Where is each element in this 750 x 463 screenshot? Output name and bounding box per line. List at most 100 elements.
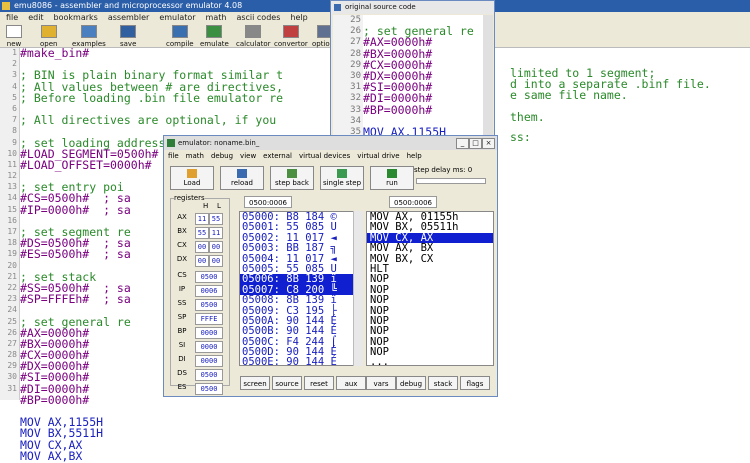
source-line-number: 31 (350, 82, 361, 93)
register-high-byte[interactable]: 00 (195, 255, 209, 267)
emulator-menu-item[interactable]: math (186, 152, 204, 160)
toolbar-button-save[interactable]: save (120, 25, 136, 48)
register-low-byte[interactable]: 11 (209, 227, 223, 239)
emulator-menu-item[interactable]: file (168, 152, 179, 160)
register-value[interactable]: 0500 (195, 299, 223, 311)
toolbar-button-calculator[interactable]: calculator (236, 25, 271, 48)
main-menu-item[interactable]: math (206, 13, 227, 22)
code-line-fragment: ss: (510, 130, 531, 144)
register-name: CS (177, 271, 187, 279)
register-high-byte[interactable]: 55 (195, 227, 209, 239)
emulator-button-load[interactable]: Load (170, 166, 214, 190)
line-number: 18 (7, 238, 17, 248)
toolbar-button-new[interactable]: new (6, 25, 22, 48)
source-line-number: 34 (350, 115, 361, 126)
bottom-button-flags[interactable]: flags (460, 376, 490, 390)
disassembly-list[interactable]: MOV AX, 01155h MOV BX, 05511h MOV CX, AX MO… (366, 211, 494, 366)
toolbar-button-emulate[interactable]: emulate (200, 25, 229, 48)
source-window-title: original source code (345, 3, 416, 11)
memory-list[interactable]: 05000: B8 184 © 05001: 55 085 U 05002: 11 … (239, 211, 363, 366)
source-code-view[interactable]: ; set general re #AX=0000h# #BX=0000h# #CX=… (363, 15, 483, 141)
register-value[interactable]: 0000 (195, 327, 223, 339)
register-low-byte[interactable]: 00 (209, 255, 223, 267)
emulator-menu-item[interactable]: virtual devices (299, 152, 350, 160)
original-source-window[interactable]: original source code 25 26 27 28 29 30 31 32 33 3… (330, 0, 495, 142)
register-row: AX 11 55 (175, 213, 231, 225)
register-high-byte[interactable]: 00 (195, 241, 209, 253)
emulator-window[interactable]: emulator: noname.bin_ _ □ × file math debu… (163, 135, 498, 397)
emulator-menu-item[interactable]: external (263, 152, 292, 160)
bottom-button-debug[interactable]: debug (396, 376, 426, 390)
register-value[interactable]: 0000 (195, 341, 223, 353)
line-number: 2 (12, 59, 17, 69)
main-menu-item[interactable]: bookmarks (54, 13, 98, 22)
toolbar-button-open[interactable]: open (40, 25, 57, 48)
toolbar-button-compile[interactable]: compile (166, 25, 194, 48)
emulator-title-bar[interactable]: emulator: noname.bin_ _ □ × (164, 136, 497, 150)
register-high-byte[interactable]: 11 (195, 213, 209, 225)
register-value[interactable]: 0500 (195, 271, 223, 283)
line-number: 5 (12, 92, 17, 102)
register-name: SP (177, 313, 187, 321)
compile-icon (171, 25, 188, 38)
bottom-button-source[interactable]: source (272, 376, 302, 390)
register-row: BP 0000 (175, 327, 231, 339)
memory-scrollbar[interactable] (353, 211, 363, 366)
register-row: SI 0000 (175, 341, 231, 353)
toolbar-label: save (120, 40, 137, 48)
minimize-button[interactable]: _ (456, 138, 469, 149)
source-window-title-bar[interactable]: original source code (331, 1, 494, 14)
emulator-button-single-step[interactable]: single step (320, 166, 364, 190)
line-number: 21 (7, 271, 17, 281)
bottom-button-stack[interactable]: stack (428, 376, 458, 390)
emulator-menu-item[interactable]: view (240, 152, 256, 160)
toolbar-button-examples[interactable]: examples (72, 25, 106, 48)
line-number: 4 (12, 81, 17, 91)
register-value[interactable]: 0000 (195, 355, 223, 367)
register-value[interactable]: 0500 (195, 369, 223, 381)
close-button[interactable]: × (482, 138, 495, 149)
emulator-icon (167, 139, 175, 147)
single-step-icon (337, 169, 347, 178)
bottom-button-aux[interactable]: aux (336, 376, 366, 390)
main-menu-item[interactable]: help (290, 13, 307, 22)
register-name: CX (177, 241, 187, 249)
memory-address-input[interactable]: 0500:0006 (244, 196, 292, 208)
disasm-address-input[interactable]: 0500:0006 (389, 196, 437, 208)
toolbar-label: emulate (200, 40, 229, 48)
main-menu-item[interactable]: assembler (108, 13, 149, 22)
memory-row[interactable]: 05003: BB 187 ╗ (240, 243, 362, 254)
emulator-button-label: step back (274, 179, 309, 187)
high-byte-label: H (203, 202, 209, 210)
memory-row[interactable]: 05008: 8B 139 ï (240, 295, 362, 306)
disassembly-row[interactable]: MOV AX, BX (367, 243, 493, 254)
register-value[interactable]: 0500 (195, 383, 223, 395)
emulator-menu-item[interactable]: debug (211, 152, 233, 160)
emulator-button-run[interactable]: run (370, 166, 414, 190)
emulator-menu-item[interactable]: virtual drive (357, 152, 399, 160)
maximize-button[interactable]: □ (469, 138, 482, 149)
main-menu-item[interactable]: emulator (159, 13, 195, 22)
disassembly-row[interactable]: NOP (367, 295, 493, 306)
main-menu-item[interactable]: file (6, 13, 18, 22)
memory-row[interactable]: 0500E: 90 144 É (240, 357, 362, 365)
emulator-button-reload[interactable]: reload (220, 166, 264, 190)
line-number: 16 (7, 215, 17, 225)
bottom-button-reset[interactable]: reset (304, 376, 334, 390)
register-value[interactable]: FFFE (195, 313, 223, 325)
source-scrollbar[interactable] (483, 15, 493, 141)
main-menu-item[interactable]: ascii codes (236, 13, 280, 22)
step-delay-slider[interactable] (416, 178, 486, 184)
register-low-byte[interactable]: 00 (209, 241, 223, 253)
register-low-byte[interactable]: 55 (209, 213, 223, 225)
line-number: 6 (12, 103, 17, 113)
toolbar-button-convertor[interactable]: convertor (274, 25, 308, 48)
bottom-button-screen[interactable]: screen (240, 376, 270, 390)
register-value[interactable]: 0006 (195, 285, 223, 297)
line-number: 24 (7, 305, 17, 315)
disassembly-row[interactable]: ... (367, 357, 493, 365)
main-menu-item[interactable]: edit (28, 13, 43, 22)
bottom-button-vars[interactable]: vars (366, 376, 396, 390)
emulator-button-step-back[interactable]: step back (270, 166, 314, 190)
emulator-menu-item[interactable]: help (407, 152, 422, 160)
